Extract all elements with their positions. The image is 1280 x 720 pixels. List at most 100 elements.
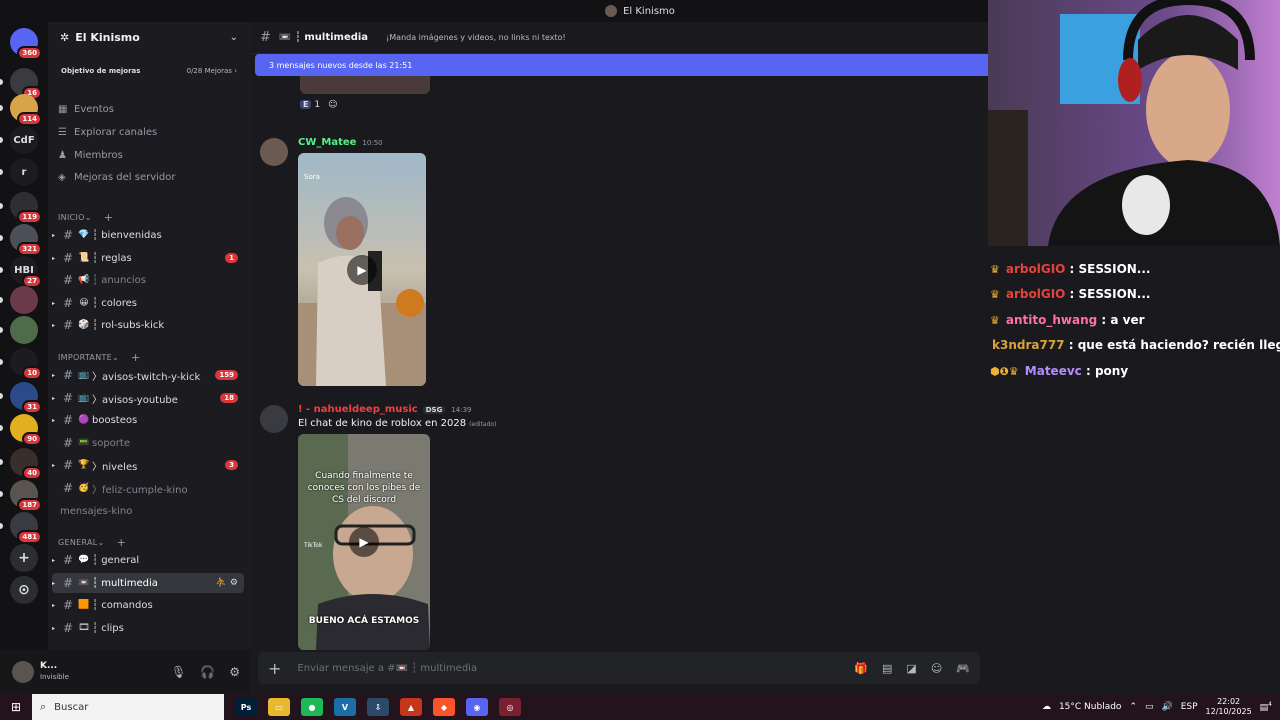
add-reaction-icon[interactable]: ☺ [328, 100, 337, 110]
boost-goal[interactable]: Objetivo de mejoras 0/28 Mejoras › [56, 62, 242, 80]
invite-icon[interactable]: ⛹ [216, 578, 227, 588]
message-author[interactable]: ! - nahueldeep_music DSG 14:39 [298, 404, 472, 415]
unread-pip [0, 297, 3, 303]
server-1[interactable]: 16 [10, 68, 42, 100]
server-10[interactable]: 10 [10, 348, 42, 380]
taskbar-app-icon[interactable]: ▲ [400, 698, 422, 716]
channel-item[interactable]: ▸ # 🎲 ┆ rol-subs-kick [52, 315, 244, 335]
message-author[interactable]: CW_Matee 10:50 [298, 137, 383, 148]
weather-text[interactable]: 15°C Nublado [1059, 702, 1121, 712]
hash-icon: # [62, 458, 74, 472]
server-6[interactable]: 321 [10, 224, 42, 256]
channel-item[interactable]: ▸ # 🟧 ┆ comandos [52, 595, 244, 615]
channel-emoji: 📼 [78, 578, 90, 588]
gear-icon[interactable]: ⚙ [230, 578, 238, 588]
language-indicator[interactable]: ESP [1181, 702, 1198, 712]
play-icon[interactable]: ▶ [347, 254, 377, 285]
emoji-icon[interactable]: ☺ [931, 662, 942, 675]
server-12[interactable]: 90 [10, 414, 42, 446]
microphone-icon[interactable]: 🎙 [171, 665, 186, 679]
channel-item[interactable]: ▸ # 📺 〉avisos-youtube 18 [52, 388, 244, 408]
channel-item[interactable]: ▸ # 💬 ┆ general [52, 550, 244, 570]
taskbar-app-icon[interactable]: ◆ [433, 698, 455, 716]
hash-icon: # [62, 391, 74, 405]
server-8[interactable] [10, 286, 38, 314]
channel-item[interactable]: # 🥳 〉feliz-cumple-kino [52, 478, 244, 498]
webcam-image [988, 0, 1280, 246]
server-5[interactable]: 119 [10, 192, 42, 224]
taskbar-app-icon[interactable]: V [334, 698, 356, 716]
previous-media[interactable] [300, 76, 430, 94]
channel-item[interactable]: ▸ # 📺 〉avisos-twitch-y-kick 159 [52, 365, 244, 385]
gift-icon[interactable]: 🎁 [854, 662, 868, 675]
sticker-icon[interactable]: ◪ [906, 662, 916, 675]
new-messages-bar[interactable]: 3 mensajes nuevos desde las 21:51 [255, 54, 988, 76]
channel-item[interactable]: mensajes-kino [52, 501, 244, 521]
volume-icon[interactable]: 🔊 [1162, 702, 1173, 712]
weather-icon[interactable]: ☁ [1042, 702, 1051, 712]
server-2[interactable]: 114 [10, 94, 42, 126]
avatar[interactable] [260, 405, 288, 433]
taskbar-app-icon[interactable]: ▭ [268, 698, 290, 716]
video-attachment[interactable]: Sora ▶ [298, 153, 426, 386]
server-boosts-link[interactable]: ◈ Mejoras del servidor [58, 172, 176, 183]
channel-topic[interactable]: ¡Manda imágenes y videos, no links ni te… [386, 33, 566, 42]
taskbar-app-icon[interactable]: ◎ [499, 698, 521, 716]
server-7[interactable]: HBI 27 [10, 256, 42, 288]
server-3[interactable]: CdF [10, 126, 38, 154]
avatar[interactable] [260, 138, 288, 166]
server-9[interactable] [10, 316, 38, 344]
channel-item[interactable]: ▸ # 📜 ┆ reglas 1 [52, 248, 244, 268]
play-icon[interactable]: ▶ [349, 527, 379, 557]
category-general[interactable]: GENERAL ⌄ + [58, 536, 240, 549]
taskbar-app-icon[interactable]: ⇩ [367, 698, 389, 716]
username: K... [40, 661, 58, 671]
video-attachment[interactable]: Cuando finalmente te conoces con los pib… [298, 434, 430, 650]
channel-name: ┆ multimedia [92, 577, 158, 589]
channel-item[interactable]: ▸ # 🏆 〉niveles 3 [52, 455, 244, 475]
server-header[interactable]: ✲ El Kinismo ⌄ [48, 22, 250, 52]
reaction[interactable]: E 1 [300, 100, 320, 110]
network-icon[interactable]: ▭ [1145, 702, 1154, 712]
add-channel-icon[interactable]: + [131, 351, 141, 364]
channel-item[interactable]: # 📢 ┆ anuncios [52, 270, 244, 290]
clock[interactable]: 22:02 12/10/2025 [1206, 697, 1252, 717]
chat-message: a ver [1110, 313, 1145, 327]
channel-item[interactable]: ▸ # 🟣 boosteos [52, 410, 244, 430]
add-channel-icon[interactable]: + [104, 211, 114, 224]
server-11[interactable]: 31 [10, 382, 42, 414]
server-4[interactable]: r [10, 158, 38, 186]
user-info[interactable]: K... Invisible [40, 661, 69, 683]
server-13[interactable]: 40 [10, 448, 42, 480]
avatar[interactable] [12, 661, 34, 683]
attach-icon[interactable]: + [268, 659, 281, 678]
channel-item[interactable]: ▸ # 💎 ┆ bienvenidas [52, 225, 244, 245]
discover-icon[interactable]: ⊙ [10, 576, 38, 604]
server-0[interactable]: 360 [10, 28, 42, 60]
add-server-icon[interactable]: + [10, 544, 38, 572]
windows-start-icon[interactable]: ⊞ [0, 694, 32, 720]
channel-item[interactable]: ▸ # 🎞 ┆ clips [52, 618, 244, 638]
channel-item[interactable]: # 📟 soporte [52, 433, 244, 453]
category-inicio[interactable]: INICIO ⌄ + [58, 211, 240, 224]
browse-channels-link[interactable]: ☰ Explorar canales [58, 127, 157, 138]
taskbar-app-icon[interactable]: ● [301, 698, 323, 716]
category-importante[interactable]: IMPORTANTE ⌄ + [58, 351, 240, 364]
channel-item[interactable]: ▸ # 😀 ┆ colores [52, 293, 244, 313]
events-link[interactable]: ▦ Eventos [58, 104, 114, 115]
gear-icon[interactable]: ⚙ [229, 665, 240, 679]
members-link[interactable]: ♟ Miembros [58, 150, 123, 161]
chevron-up-icon[interactable]: ⌃ [1129, 702, 1137, 712]
server-15[interactable]: 481 [10, 512, 42, 544]
message-composer[interactable]: + Enviar mensaje a #📼 ┆ multimedia 🎁 ▤ ◪… [258, 652, 980, 684]
channel-item[interactable]: ▸ # 📼 ┆ multimedia ⛹ ⚙ [52, 573, 244, 593]
add-channel-icon[interactable]: + [117, 536, 127, 549]
headphones-icon[interactable]: 🎧 [200, 665, 215, 679]
gif-icon[interactable]: ▤ [882, 662, 892, 675]
apps-icon[interactable]: 🎮 [956, 662, 970, 675]
server-14[interactable]: 187 [10, 480, 42, 512]
taskbar-app-icon[interactable]: ◉ [466, 698, 488, 716]
taskbar-search[interactable]: ⌕ Buscar [32, 694, 224, 720]
notification-icon[interactable]: ▤4 [1260, 701, 1272, 713]
taskbar-app-icon[interactable]: Ps [235, 698, 257, 716]
